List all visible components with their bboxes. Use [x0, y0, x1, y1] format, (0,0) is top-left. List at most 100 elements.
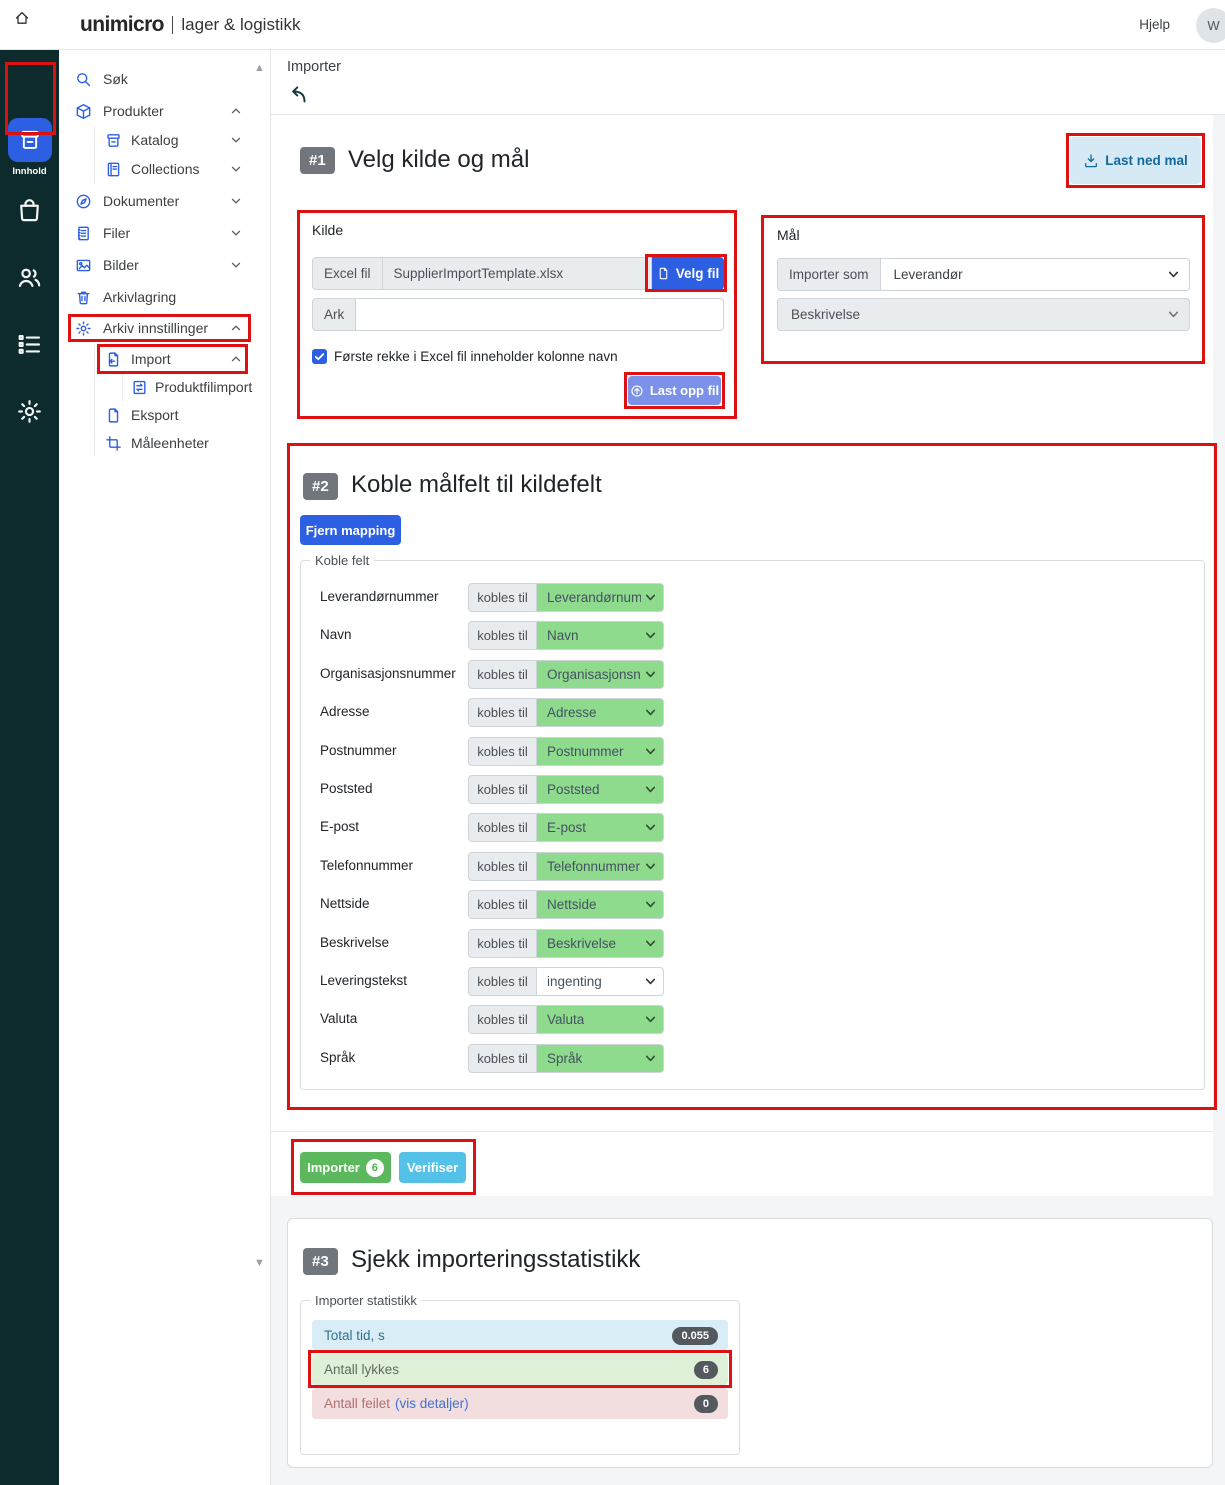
kobles-til-prepend: kobles til: [468, 967, 537, 996]
sidebar-item-bilder[interactable]: Bilder: [59, 250, 259, 280]
crop-icon: [105, 435, 122, 452]
kobles-til-prepend: kobles til: [468, 1005, 537, 1034]
stat-row-success: Antall lykkes6: [312, 1354, 728, 1385]
step1-badge: #1: [300, 147, 335, 174]
mapping-target-select[interactable]: Valuta: [537, 1005, 664, 1034]
mapping-target-select[interactable]: Språk: [537, 1044, 664, 1073]
show-details-link[interactable]: (vis detaljer): [395, 1396, 469, 1411]
kobles-til-prepend: kobles til: [468, 583, 537, 612]
kilde-label: Kilde: [312, 222, 343, 238]
excel-file-group: Excel fil SupplierImportTemplate.xlsx Ve…: [312, 257, 724, 290]
upload-file-button[interactable]: Last opp fil: [628, 376, 721, 405]
sheet-group: Ark: [312, 298, 724, 331]
sidebar-item-import[interactable]: Import: [59, 344, 259, 374]
mapping-target-select[interactable]: Adresse: [537, 698, 664, 727]
home-icon[interactable]: [14, 10, 44, 40]
clear-mapping-button[interactable]: Fjern mapping: [300, 515, 401, 545]
sidebar-item-arkiv-innstillinger[interactable]: Arkiv innstillinger: [59, 313, 259, 343]
compass-icon: [75, 193, 92, 210]
kobles-til-prepend: kobles til: [468, 929, 537, 958]
first-row-checkbox[interactable]: [312, 349, 327, 364]
chevron-down-icon: [644, 975, 657, 988]
chevron-down-icon: [229, 258, 243, 272]
mapping-field-label: Beskrivelse: [320, 935, 389, 950]
mapping-target-select[interactable]: Postnummer: [537, 737, 664, 766]
mapping-field-label: Telefonnummer: [320, 858, 413, 873]
chevron-down-icon: [1167, 268, 1180, 281]
mapping-row: kobles tilTelefonnummer: [468, 852, 664, 881]
kobles-til-prepend: kobles til: [468, 775, 537, 804]
people-icon[interactable]: [16, 264, 43, 291]
cube-icon: [75, 103, 92, 120]
kobles-til-prepend: kobles til: [468, 737, 537, 766]
trash-icon: [75, 289, 92, 306]
sidebar-item-produktfilimport[interactable]: Produktfilimport: [59, 372, 259, 402]
kobles-til-prepend: kobles til: [468, 621, 537, 650]
import-as-select[interactable]: Leverandør: [881, 258, 1190, 291]
sidebar-item-arkivlagring[interactable]: Arkivlagring: [59, 282, 259, 312]
kobles-til-prepend: kobles til: [468, 1044, 537, 1073]
sidebar-item-m-leenheter[interactable]: Måleenheter: [59, 428, 259, 458]
sidebar-item-katalog[interactable]: Katalog: [59, 125, 259, 155]
excel-filename-field[interactable]: SupplierImportTemplate.xlsx: [383, 257, 652, 290]
chevron-down-icon: [644, 706, 657, 719]
mapping-row: kobles tilSpråk: [468, 1044, 664, 1073]
user-avatar[interactable]: W: [1196, 8, 1225, 43]
back-arrow-icon[interactable]: [285, 82, 309, 106]
mapping-target-select[interactable]: E-post: [537, 813, 664, 842]
sidebar-item-eksport[interactable]: Eksport: [59, 400, 259, 430]
mapping-row: kobles tilPostnummer: [468, 737, 664, 766]
mapping-field-label: Adresse: [320, 704, 370, 719]
mapping-field-label: Leveringstekst: [320, 973, 407, 988]
mapping-target-select[interactable]: Navn: [537, 621, 664, 650]
mapping-row: kobles tilE-post: [468, 813, 664, 842]
mapping-target-select[interactable]: Beskrivelse: [537, 929, 664, 958]
sidebar-item-produkter[interactable]: Produkter: [59, 96, 259, 126]
mapping-row: kobles tilOrganisasjonsnummer: [468, 660, 664, 689]
mapping-target-select[interactable]: ingenting: [537, 967, 664, 996]
sidebar-item-collections[interactable]: Collections: [59, 154, 259, 184]
divider: [271, 1131, 1213, 1132]
sidebar-scroll-down-icon[interactable]: ▼: [254, 1257, 265, 1269]
step2-badge: #2: [303, 473, 338, 500]
download-template-button[interactable]: Last ned mal: [1070, 137, 1201, 184]
rail-item-innhold-label: Innhold: [0, 166, 59, 177]
sidebar-item-filer[interactable]: Filer: [59, 218, 259, 248]
import-as-group: Importer som Leverandør: [777, 258, 1190, 291]
gear-icon[interactable]: [16, 398, 43, 425]
mapping-target-select[interactable]: Poststed: [537, 775, 664, 804]
choose-file-button[interactable]: Velg fil: [652, 257, 724, 290]
image-icon: [75, 257, 92, 274]
kobles-til-prepend: kobles til: [468, 852, 537, 881]
sheet-input[interactable]: [356, 298, 724, 331]
task-list-icon[interactable]: [16, 331, 43, 358]
chevron-down-icon: [644, 1013, 657, 1026]
rail-item-innhold[interactable]: [8, 118, 52, 162]
chevron-down-icon: [229, 133, 243, 147]
sidebar-item-dokumenter[interactable]: Dokumenter: [59, 186, 259, 216]
import-button[interactable]: Importer 6: [300, 1152, 391, 1183]
file-import-icon: [105, 351, 122, 368]
verify-button[interactable]: Verifiser: [399, 1152, 466, 1183]
chevron-down-icon: [644, 783, 657, 796]
left-rail: Innhold: [0, 50, 59, 1485]
sidebar-item-s-k[interactable]: Søk: [59, 64, 259, 94]
chevron-down-icon: [229, 194, 243, 208]
mapping-target-select[interactable]: Nettside: [537, 890, 664, 919]
mapping-target-select[interactable]: Telefonnummer: [537, 852, 664, 881]
mapping-target-select[interactable]: Leverandørnummer: [537, 583, 664, 612]
shopping-bag-icon[interactable]: [16, 197, 43, 224]
mapping-row: kobles tilValuta: [468, 1005, 664, 1034]
mapping-field-label: Organisasjonsnummer: [320, 666, 456, 681]
logo-tagline: lager & logistikk: [181, 15, 300, 35]
chevron-down-icon: [644, 1052, 657, 1065]
mapping-target-select[interactable]: Organisasjonsnummer: [537, 660, 664, 689]
description-select[interactable]: Beskrivelse: [777, 298, 1190, 331]
app-logo: unimicro lager & logistikk: [80, 0, 300, 50]
chevron-down-icon: [644, 629, 657, 642]
top-header: unimicro lager & logistikk Hjelp W: [0, 0, 1225, 50]
journal-icon: [105, 161, 122, 178]
mapping-fieldset: Koble felt: [300, 553, 1205, 1090]
help-link[interactable]: Hjelp: [1139, 17, 1170, 32]
mapping-field-label: Postnummer: [320, 743, 397, 758]
